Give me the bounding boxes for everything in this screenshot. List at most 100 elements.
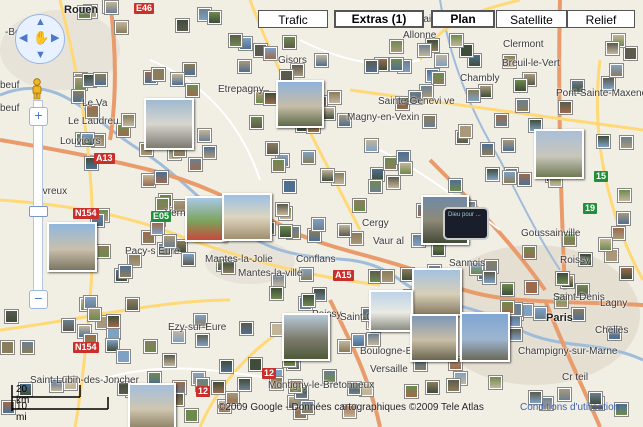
photo-marker[interactable] <box>459 125 472 138</box>
photo-marker[interactable] <box>182 253 195 266</box>
photo-modern-building[interactable] <box>369 290 413 332</box>
photo-marker[interactable] <box>107 315 120 328</box>
photo-marker[interactable] <box>617 212 630 225</box>
pan-down-icon[interactable]: ▼ <box>35 50 46 61</box>
photo-eiffel-tower[interactable] <box>460 312 510 362</box>
photo-marker[interactable] <box>88 308 101 321</box>
photo-marker[interactable] <box>122 114 135 127</box>
photo-marker[interactable] <box>176 19 189 32</box>
photo-marker[interactable] <box>115 21 128 34</box>
photo-marker[interactable] <box>486 168 499 181</box>
photo-marker[interactable] <box>249 358 262 371</box>
photo-marker[interactable] <box>276 203 289 216</box>
photo-marker[interactable] <box>384 157 397 170</box>
photo-tooltip[interactable]: Dieu pour ... <box>443 207 489 240</box>
photo-marker[interactable] <box>353 199 366 212</box>
photo-marker[interactable] <box>620 136 633 149</box>
photo-marker[interactable] <box>142 174 155 187</box>
photo-marker[interactable] <box>279 225 292 238</box>
photo-marker[interactable] <box>302 294 315 307</box>
photo-marker[interactable] <box>266 142 279 155</box>
map-type-trafic-button[interactable]: Trafic <box>258 10 328 28</box>
terms-of-use-link[interactable]: Conditions d'utilisation <box>520 402 619 413</box>
photo-marker[interactable] <box>328 91 341 104</box>
hand-drag-icon[interactable]: ✋ <box>33 31 49 44</box>
photo-marker[interactable] <box>597 135 610 148</box>
photo-marker[interactable] <box>338 224 351 237</box>
photo-marker[interactable] <box>212 381 225 394</box>
photo-marker[interactable] <box>405 385 418 398</box>
photo-marker[interactable] <box>624 47 637 60</box>
photo-marker[interactable] <box>399 162 412 175</box>
map-type-extras-button[interactable]: Extras (1) <box>334 10 424 28</box>
photo-marker[interactable] <box>62 319 75 332</box>
photo-marker[interactable] <box>495 114 508 127</box>
photo-marker[interactable] <box>620 267 633 280</box>
photo-marker[interactable] <box>426 381 439 394</box>
photo-marker[interactable] <box>572 308 585 321</box>
photo-marker[interactable] <box>264 47 277 60</box>
photo-marker[interactable] <box>183 63 196 76</box>
photo-marker[interactable] <box>238 60 251 73</box>
photo-marker[interactable] <box>503 171 516 184</box>
photo-marker[interactable] <box>387 176 400 189</box>
photo-marker[interactable] <box>618 189 631 202</box>
photo-marker[interactable] <box>450 34 463 47</box>
photo-marker[interactable] <box>270 287 283 300</box>
photo-marker[interactable] <box>516 99 529 112</box>
photo-marker[interactable] <box>447 379 460 392</box>
photo-marker[interactable] <box>423 115 436 128</box>
photo-marker[interactable] <box>612 227 625 240</box>
photo-marker[interactable] <box>558 388 571 401</box>
photo-marker[interactable] <box>163 354 176 367</box>
photo-field-red[interactable] <box>185 196 227 242</box>
photo-town-hall[interactable] <box>412 268 462 316</box>
photo-church-bottom[interactable] <box>128 383 176 427</box>
photo-marker[interactable] <box>610 64 623 77</box>
photo-marker[interactable] <box>196 334 209 347</box>
photo-marker[interactable] <box>272 159 285 172</box>
photo-marker[interactable] <box>479 85 492 98</box>
photo-marker[interactable] <box>367 333 380 346</box>
photo-marker[interactable] <box>390 58 403 71</box>
photo-marker[interactable] <box>1 341 14 354</box>
photo-marker[interactable] <box>21 341 34 354</box>
photo-marker[interactable] <box>502 139 515 152</box>
photo-marker[interactable] <box>302 151 315 164</box>
photo-marker[interactable] <box>556 272 569 285</box>
photo-cathedral-right[interactable] <box>534 129 584 179</box>
pan-right-icon[interactable]: ▶ <box>51 33 59 44</box>
photo-evreux-cathedral[interactable] <box>47 222 97 272</box>
zoom-in-button[interactable]: + <box>29 107 48 126</box>
zoom-slider-track[interactable] <box>33 100 43 302</box>
photo-marker[interactable] <box>238 378 251 391</box>
photo-marker[interactable] <box>105 1 118 14</box>
photo-marker[interactable] <box>350 232 363 245</box>
photo-marker[interactable] <box>250 116 263 129</box>
photo-marker[interactable] <box>514 79 527 92</box>
map-type-plan-button[interactable]: Plan <box>431 10 495 28</box>
photo-marker[interactable] <box>501 283 514 296</box>
zoom-slider-handle[interactable] <box>29 206 48 217</box>
pan-up-icon[interactable]: ▲ <box>35 17 46 28</box>
photo-marker[interactable] <box>240 322 253 335</box>
photo-marker[interactable] <box>315 54 328 67</box>
photo-marker[interactable] <box>152 68 165 81</box>
map-canvas[interactable]: Rouen-BonsecoursbeufbeufLe VaLe LaudreuL… <box>0 0 643 427</box>
photo-marker[interactable] <box>449 179 462 192</box>
photo-marker[interactable] <box>509 328 522 341</box>
zoom-out-button[interactable]: − <box>29 290 48 309</box>
photo-marker[interactable] <box>381 270 394 283</box>
photo-marker[interactable] <box>203 146 216 159</box>
photo-marker[interactable] <box>208 11 221 24</box>
photo-marker[interactable] <box>418 44 431 57</box>
photo-marker[interactable] <box>155 171 168 184</box>
photo-chateau[interactable] <box>276 80 324 128</box>
photo-marker[interactable] <box>365 139 378 152</box>
photo-marker[interactable] <box>483 271 496 284</box>
photo-marker[interactable] <box>189 158 202 171</box>
photo-marker[interactable] <box>198 129 211 142</box>
photo-marker[interactable] <box>518 173 531 186</box>
photo-marker[interactable] <box>220 360 233 373</box>
photo-marker[interactable] <box>283 36 296 49</box>
